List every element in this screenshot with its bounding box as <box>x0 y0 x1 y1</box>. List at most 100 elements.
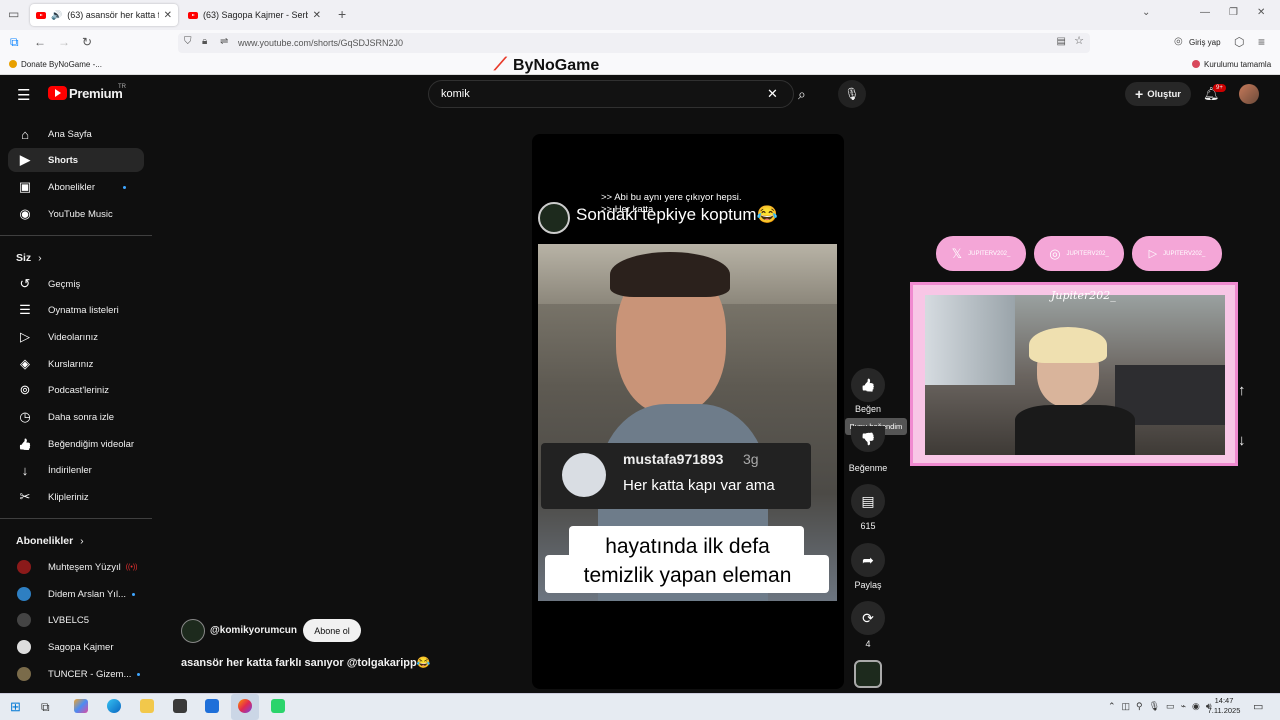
tab-sagopa[interactable]: (63) Sagopa Kajmer - Serbest (C ✕ <box>182 4 327 26</box>
sidebar-item-label: Sagopa Kajmer <box>48 641 114 653</box>
bookmarks-bar: Donate ByNoGame -... ⟋ ByNoGame Kurulumu… <box>0 54 1280 75</box>
bookmark-link[interactable]: Donate ByNoGame -... <box>21 60 102 69</box>
shield-icon[interactable]: ⛉ <box>184 37 192 47</box>
signin-button[interactable]: Giriş yap <box>1189 38 1221 47</box>
speaker-icon[interactable]: 🔊 <box>51 10 62 21</box>
reload-icon[interactable]: ↻ <box>82 36 92 48</box>
subscription-item[interactable]: Didem Arslan Yıl... <box>8 582 144 606</box>
video-description[interactable]: asansör her katta farklı sanıyor @tolgak… <box>181 656 430 669</box>
clear-search-icon[interactable]: ✕ <box>767 86 778 102</box>
sidebar-item-downloads[interactable]: ↓ İndirilenler <box>8 458 144 482</box>
next-video-arrow-icon[interactable]: ↓ <box>1238 432 1246 449</box>
remix-button[interactable]: ⟳ <box>851 601 885 635</box>
app-icon[interactable] <box>205 699 219 713</box>
minimize-icon[interactable]: — <box>1200 8 1210 18</box>
dislike-label: Beğenme <box>848 463 888 473</box>
close-window-icon[interactable]: ✕ <box>1257 8 1265 18</box>
channel-name[interactable]: @komikyorumcun <box>210 625 297 636</box>
channel-avatar <box>17 640 31 654</box>
file-explorer-icon[interactable] <box>140 699 154 713</box>
sidebar-item-label: TUNCER - Gizem... <box>48 668 132 680</box>
lock-icon[interactable]: 🔒︎ <box>202 37 207 47</box>
sidebar-item-label: Shorts <box>48 154 79 166</box>
subscription-item[interactable]: LVBELC5 <box>8 608 144 632</box>
dislike-button[interactable]: 👎 <box>851 426 885 452</box>
permissions-icon[interactable]: ⇌ <box>220 37 228 47</box>
subscription-item[interactable]: Muhteşem Yüzyıl ((•)) <box>8 555 144 579</box>
stream-app-icon[interactable] <box>271 699 285 713</box>
browser-tab-bar: ▭ 🔊 (63) asansör her katta farklı ✕ (63)… <box>0 0 1280 30</box>
channel-avatar <box>17 587 31 601</box>
start-button-icon[interactable]: ⊞ <box>10 699 21 715</box>
close-tab-icon[interactable]: ✕ <box>313 10 321 21</box>
share-button[interactable]: ➦ <box>851 543 885 577</box>
setup-link[interactable]: Kurulumu tamamla <box>1204 60 1271 69</box>
sidebar-item-podcasts[interactable]: ⊚ Podcast'leriniz <box>8 378 144 402</box>
account-icon[interactable]: ◎ <box>1174 37 1183 47</box>
person-hair <box>610 252 730 297</box>
sidebar-item-history[interactable]: ↺ Geçmiş <box>8 272 144 296</box>
tab-shorts[interactable]: 🔊 (63) asansör her katta farklı ✕ <box>30 4 178 26</box>
bookmark-star-icon[interactable]: ☆ <box>1074 36 1084 47</box>
music-icon: ◉ <box>19 206 31 221</box>
subscribe-button[interactable]: Abone ol <box>303 619 361 642</box>
sidebar-item-label: Abonelikler <box>48 181 95 193</box>
sidebar-item-subscriptions[interactable]: ▣ Abonelikler <box>8 175 144 199</box>
sidebar-item-watch-later[interactable]: ◷ Daha sonra izle <box>8 405 144 429</box>
sidebar-item-home[interactable]: ⌂ Ana Sayfa <box>8 122 144 146</box>
tab-list-icon[interactable]: ⌄ <box>1142 8 1150 18</box>
social-handle: JUPITERV202_ <box>968 250 1011 257</box>
search-icon[interactable]: ⌕ <box>798 86 806 103</box>
sidebar-toggle-icon[interactable]: ⧉ <box>10 36 19 48</box>
channel-avatar <box>17 560 31 574</box>
social-pill-youtube: ▷ JUPITERV202_ <box>1132 236 1222 271</box>
edge-icon[interactable] <box>107 699 121 713</box>
notification-center-icon[interactable]: ▭ <box>1253 700 1263 713</box>
tab-overview-icon[interactable]: ▭ <box>8 8 19 20</box>
extensions-icon[interactable]: ⬡ <box>1234 36 1244 48</box>
siz-heading[interactable]: Siz › <box>16 252 42 264</box>
search-input[interactable]: komik <box>441 88 470 100</box>
new-tab-button[interactable]: + <box>338 6 346 22</box>
sidebar-item-clips[interactable]: ✂ Klipleriniz <box>8 485 144 509</box>
sidebar-item-courses[interactable]: ◈ Kurslarınız <box>8 352 144 376</box>
caption-line: >> Abi bu aynı yere çıkıyor hepsi. <box>601 192 742 203</box>
comments-button[interactable]: ▤ <box>851 484 885 518</box>
subscription-item[interactable]: Sagopa Kajmer <box>8 635 144 659</box>
previous-video-arrow-icon[interactable]: ↑ <box>1238 382 1246 399</box>
sidebar-item-your-videos[interactable]: ▷ Videolarınız <box>8 325 144 349</box>
reader-view-icon[interactable]: ▤ <box>1057 37 1066 47</box>
sidebar-item-youtube-music[interactable]: ◉ YouTube Music <box>8 202 144 226</box>
task-view-icon[interactable]: ⧉ <box>41 700 50 715</box>
hamburger-menu-icon[interactable]: ☰ <box>17 86 30 104</box>
youtube-logo-text[interactable]: Premium <box>69 86 123 101</box>
url-text[interactable]: www.youtube.com/shorts/GqSDJSRN2J0 <box>238 38 403 48</box>
forward-icon[interactable]: → <box>58 36 70 48</box>
sidebar-item-playlists[interactable]: ☰ Oynatma listeleri <box>8 298 144 322</box>
voice-search-icon[interactable]: 🎙︎ <box>838 80 866 108</box>
url-bar[interactable]: ⛉ 🔒︎ ⇌ www.youtube.com/shorts/GqSDJSRN2J… <box>178 33 1090 53</box>
channel-avatar[interactable] <box>181 619 205 643</box>
firefox-icon[interactable] <box>238 699 252 713</box>
notification-badge: 9+ <box>1213 84 1226 92</box>
back-icon[interactable]: ← <box>34 36 46 48</box>
channel-avatar <box>17 667 31 681</box>
subscriptions-heading[interactable]: Abonelikler › <box>16 535 84 547</box>
create-button[interactable]: + Oluştur <box>1125 82 1191 106</box>
youtube-logo-icon[interactable] <box>48 86 67 100</box>
restore-icon[interactable]: ❐ <box>1229 8 1238 18</box>
sidebar-item-shorts[interactable]: ▶ Shorts <box>8 148 144 172</box>
sidebar-item-liked-videos[interactable]: 👍 Beğendiğim videolar <box>8 432 144 456</box>
close-tab-icon[interactable]: ✕ <box>164 10 172 21</box>
scissors-icon: ✂ <box>19 489 31 504</box>
system-tray-icons[interactable]: ⌃◫⚲🎙︎▭⌁◉🔊︎ <box>1108 701 1218 712</box>
clock[interactable]: 14:47 7.11.2025 <box>1203 696 1245 716</box>
avatar[interactable] <box>1239 84 1259 104</box>
plus-icon: + <box>1135 86 1144 102</box>
audio-source-thumbnail[interactable] <box>854 660 882 688</box>
copilot-icon[interactable] <box>74 699 88 713</box>
store-icon[interactable] <box>173 699 187 713</box>
menu-icon[interactable]: ≡ <box>1258 36 1265 48</box>
search-box[interactable]: komik ✕ <box>428 80 794 108</box>
subscription-item[interactable]: TUNCER - Gizem... <box>8 662 144 686</box>
